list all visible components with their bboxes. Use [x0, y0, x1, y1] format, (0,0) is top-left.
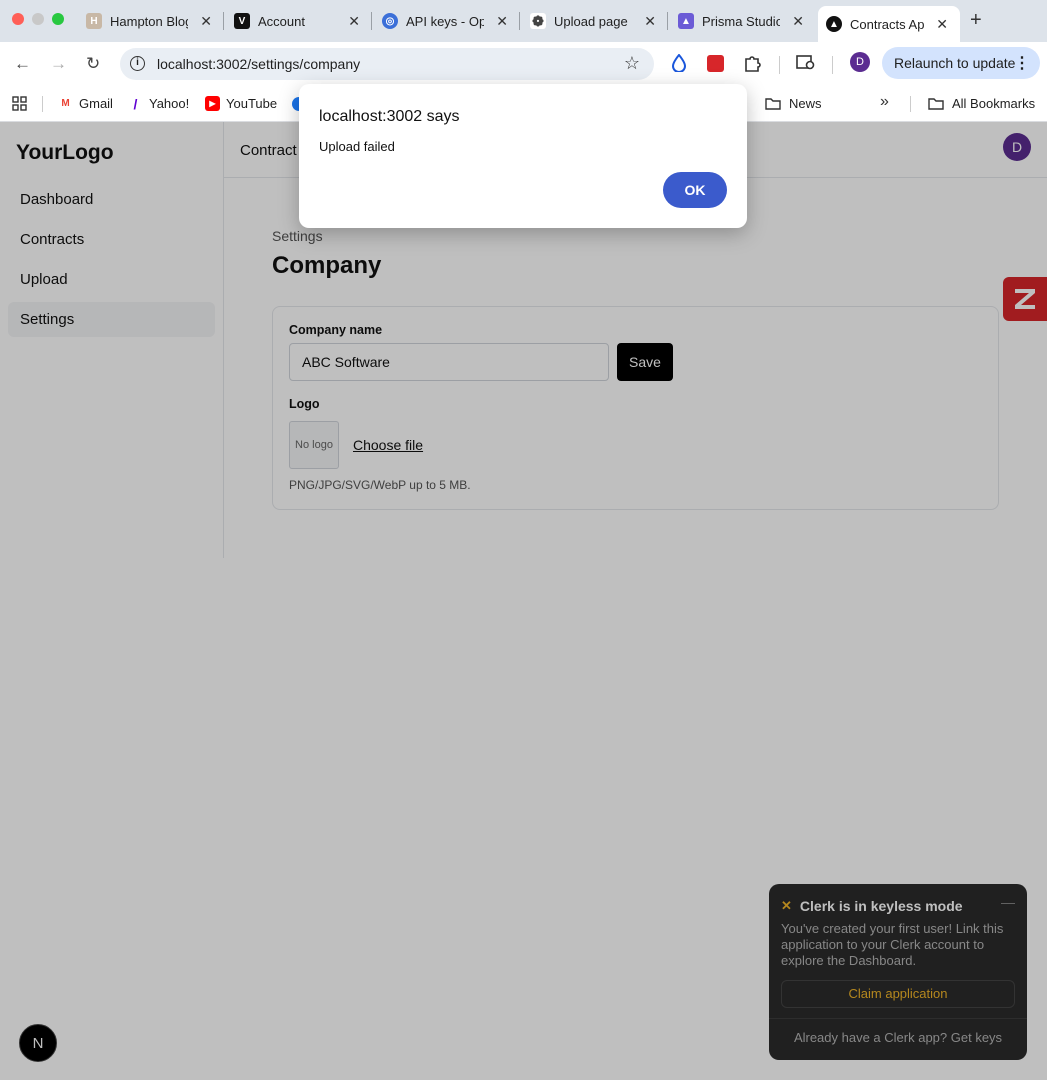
bookmark-divider	[910, 96, 911, 112]
browser-tab[interactable]: V Account ✕	[234, 6, 370, 36]
bookmark-star-icon[interactable]: ☆	[624, 53, 640, 74]
yahoo-icon: /	[133, 95, 138, 112]
profile-avatar[interactable]: D	[850, 52, 870, 72]
bookmark-yahoo[interactable]: / Yahoo!	[128, 95, 190, 112]
bookmark-label: All Bookmarks	[952, 96, 1036, 111]
tab-title: Upload page	[554, 13, 628, 29]
tab-title: API keys - Op	[406, 13, 484, 29]
bookmark-label: Gmail	[79, 96, 113, 111]
gmail-icon: M	[61, 98, 70, 109]
more-bookmarks-chevron-icon[interactable]: »	[880, 93, 889, 111]
browser-tab[interactable]: H Hampton Blog ✕	[86, 6, 222, 36]
minimize-window-button[interactable]	[32, 13, 44, 25]
tab-title: Prisma Studio	[702, 13, 780, 29]
more-menu-icon[interactable]: ⋮	[1014, 53, 1030, 73]
modal-backdrop	[0, 122, 1047, 1080]
tab-title: Contracts Ap	[850, 16, 925, 32]
folder-icon	[765, 98, 781, 110]
tab-divider	[667, 12, 668, 30]
bookmark-label: YouTube	[226, 96, 278, 111]
folder-icon	[928, 98, 944, 110]
bookmark-label: Yahoo!	[149, 96, 190, 111]
vercel-favicon-icon: V	[234, 13, 250, 29]
new-tab-button[interactable]: +	[970, 9, 982, 32]
bookmark-label: News	[789, 96, 822, 111]
prisma-favicon-icon: ▲	[678, 13, 694, 29]
tab-divider	[223, 12, 224, 30]
openai-favicon-icon: ◎	[382, 13, 398, 29]
alert-dialog: localhost:3002 says Upload failed OK	[299, 84, 747, 228]
ok-button[interactable]: OK	[663, 172, 727, 208]
hampton-favicon-icon: H	[86, 13, 102, 29]
droplet-extension-icon[interactable]	[672, 54, 686, 72]
site-info-icon[interactable]: i	[130, 56, 145, 71]
close-window-button[interactable]	[12, 13, 24, 25]
close-tab-icon[interactable]: ✕	[200, 13, 212, 30]
apps-grid-icon[interactable]	[12, 96, 27, 111]
browser-tab[interactable]: ◎ API keys - Op ✕	[382, 6, 518, 36]
extensions-puzzle-icon[interactable]	[743, 54, 761, 72]
close-tab-icon[interactable]: ✕	[496, 13, 508, 30]
reload-icon[interactable]: ↻	[86, 54, 100, 74]
browser-tab[interactable]: ❁ Upload page ✕	[530, 6, 666, 36]
tab-search-icon[interactable]	[796, 54, 816, 72]
tab-divider	[519, 12, 520, 30]
forward-arrow-icon[interactable]: →	[50, 54, 67, 74]
close-tab-icon[interactable]: ✕	[348, 13, 360, 30]
browser-tab[interactable]: ▲ Prisma Studio ✕	[678, 6, 814, 36]
toolbar-divider	[779, 56, 780, 74]
zapier-extension-icon[interactable]	[707, 55, 724, 72]
address-bar[interactable]: i localhost:3002/settings/company ☆	[120, 48, 654, 80]
browser-toolbar: ← → ↻ i localhost:3002/settings/company …	[0, 42, 1047, 86]
bookmark-gmail[interactable]: M Gmail	[58, 96, 113, 111]
browser-tabstrip: H Hampton Blog ✕ V Account ✕ ◎ API keys …	[0, 0, 1047, 42]
close-tab-icon[interactable]: ✕	[644, 13, 656, 30]
youtube-icon: ▶	[205, 96, 220, 111]
browser-tab-active[interactable]: ▲ Contracts Ap ✕	[818, 6, 960, 42]
bookmark-news-folder[interactable]: News	[765, 96, 822, 111]
tab-divider	[371, 12, 372, 30]
maximize-window-button[interactable]	[52, 13, 64, 25]
relaunch-label: Relaunch to update	[894, 55, 1016, 71]
toolbar-divider	[832, 56, 833, 74]
nextjs-favicon-icon: ▲	[826, 16, 842, 32]
tab-title: Hampton Blog	[110, 13, 188, 29]
dialog-message: Upload failed	[319, 139, 395, 154]
close-tab-icon[interactable]: ✕	[792, 13, 804, 30]
relaunch-to-update-button[interactable]: Relaunch to update ⋮	[882, 47, 1040, 79]
dialog-title: localhost:3002 says	[319, 108, 460, 125]
bookmark-youtube[interactable]: ▶ YouTube	[205, 96, 277, 111]
tab-title: Account	[258, 13, 305, 29]
chatgpt-favicon-icon: ❁	[530, 13, 546, 29]
bookmark-divider	[42, 96, 43, 112]
back-arrow-icon[interactable]: ←	[14, 54, 31, 74]
url-text[interactable]: localhost:3002/settings/company	[157, 56, 360, 72]
all-bookmarks-folder[interactable]: All Bookmarks	[928, 96, 1035, 111]
close-tab-icon[interactable]: ✕	[936, 16, 948, 33]
